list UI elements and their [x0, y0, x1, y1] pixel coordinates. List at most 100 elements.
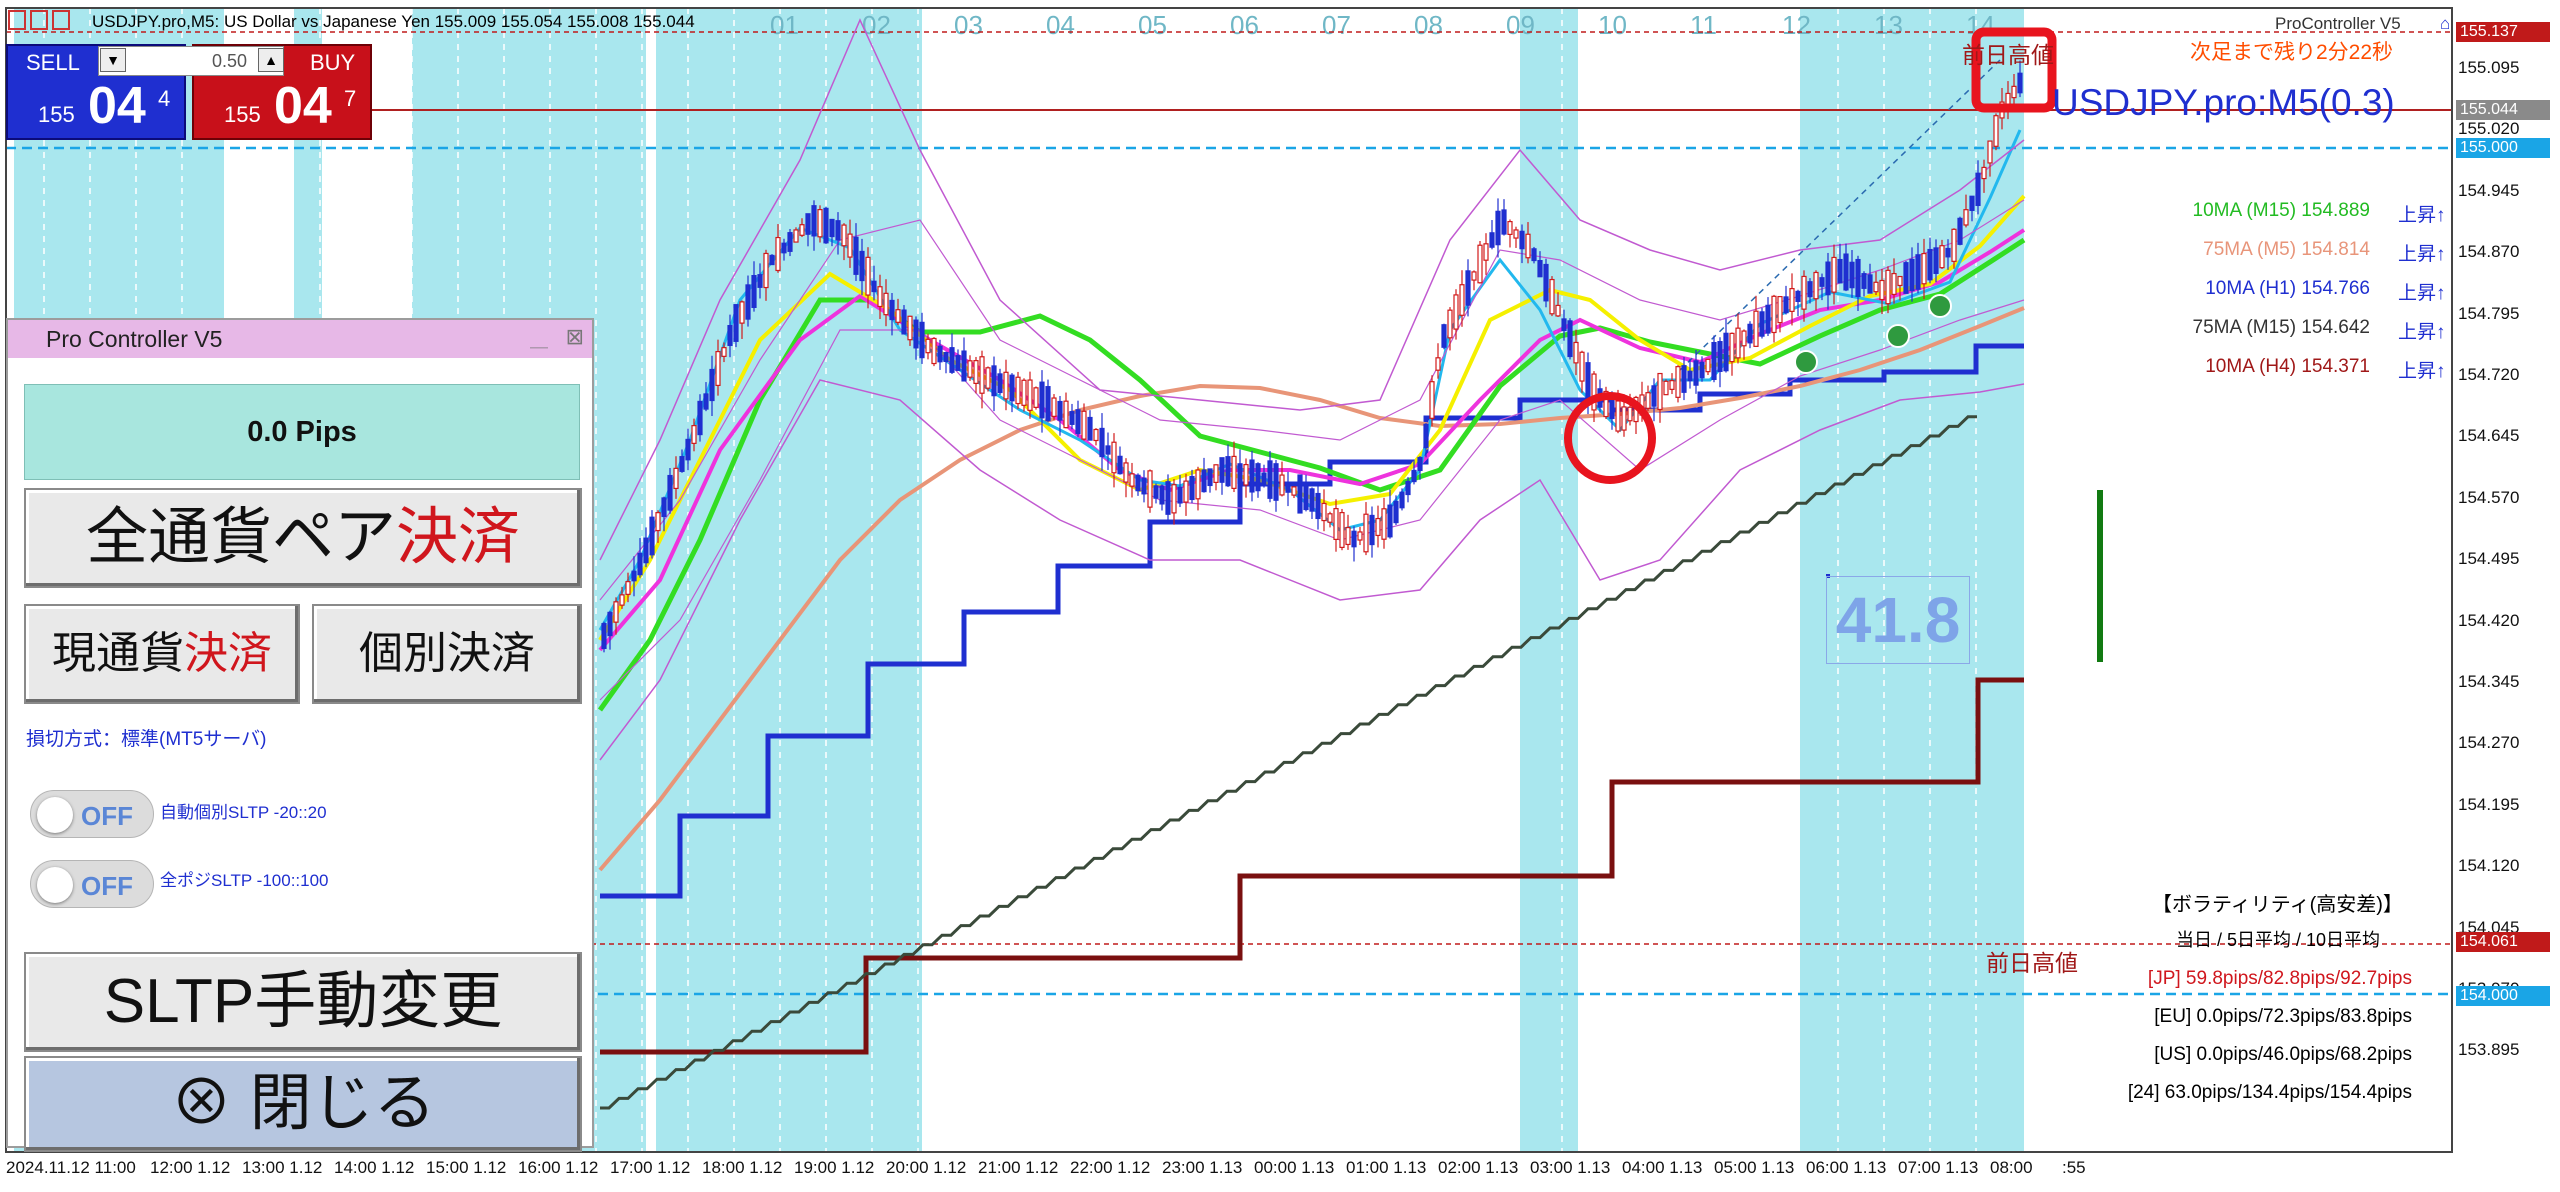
candle-body [811, 205, 817, 237]
candle-body [1159, 485, 1165, 505]
candle-body [895, 309, 901, 323]
candle-body [601, 622, 607, 650]
time-tick-label: 19:00 1.12 [794, 1158, 875, 1177]
lot-increase-button[interactable]: ▲ [258, 48, 284, 72]
manual-sltp-change-button[interactable]: SLTP手動変更 [24, 952, 582, 1052]
volatility-row: [JP] 59.8pips/82.8pips/92.7pips [2147, 968, 2412, 989]
candle-body [1123, 462, 1129, 483]
candle-body [1543, 263, 1549, 302]
close-all-prefix: 全通貨ペア [85, 503, 396, 572]
candle-body [907, 315, 913, 341]
candle-body [1651, 385, 1657, 407]
candle-body [1591, 373, 1597, 411]
candle-body [1243, 463, 1249, 486]
candle-body [637, 552, 643, 576]
candle-body [991, 365, 997, 397]
candle-body [1207, 468, 1213, 487]
candle-body [673, 467, 679, 490]
price-tick-label: 154.495 [2458, 549, 2520, 569]
candle-body [1321, 502, 1327, 522]
candle-body [745, 284, 751, 320]
price-level-box: 154.061 [2456, 932, 2550, 952]
candle-body [1201, 469, 1207, 493]
chart-toolbar-icons[interactable] [8, 10, 88, 32]
close-all-suffix: 決済 [396, 503, 521, 572]
time-tick-label: 00:00 1.13 [1254, 1158, 1335, 1177]
close-current-suffix: 決済 [184, 629, 272, 678]
candle-body [1795, 290, 1801, 303]
candle-body [1417, 456, 1423, 472]
candle-body [1189, 475, 1195, 501]
price-tick-label: 154.420 [2458, 610, 2520, 630]
candle-body [889, 299, 895, 321]
candle-body [1681, 365, 1687, 393]
candle-body [1117, 455, 1123, 475]
candle-body [1765, 304, 1771, 334]
candle-body [1093, 428, 1099, 442]
auto-sltp-toggle[interactable]: OFF [30, 790, 154, 838]
price-tick-label: 154.720 [2458, 365, 2520, 384]
sell-price-big: 04 [88, 77, 146, 135]
close-icon[interactable]: ⊠ [566, 324, 584, 350]
candle-body [1891, 272, 1897, 296]
candle-body [1381, 508, 1387, 540]
candle-body [1147, 470, 1153, 508]
candle-body [1075, 409, 1081, 435]
toggle-knob [37, 797, 73, 833]
toggle-state: OFF [81, 871, 133, 901]
candle-body [1429, 381, 1435, 419]
toggle-state: OFF [81, 801, 133, 831]
candle-body [1369, 514, 1375, 546]
candle-body [721, 347, 727, 357]
signal-star-icon [1928, 294, 1952, 318]
candle-body [805, 213, 811, 235]
all-position-sltp-toggle[interactable]: OFF [30, 860, 154, 908]
range-value-box[interactable]: 41.8 [1826, 576, 1970, 664]
close-all-pairs-button[interactable]: 全通貨ペア決済 [24, 488, 582, 588]
candle-body [1753, 310, 1759, 347]
buy-price-big: 04 [274, 77, 332, 135]
candle-body [1813, 271, 1819, 300]
close-panel-button[interactable]: ⊗ 閉じる [24, 1056, 582, 1152]
ma-name: 75MA (M5) 154.814 [2203, 239, 2370, 260]
period-number: 09 [1506, 10, 1535, 40]
minimize-icon[interactable]: ＿ [530, 326, 548, 352]
candle-body [943, 351, 949, 363]
lot-decrease-button[interactable]: ▼ [100, 48, 126, 72]
candle-body [1225, 456, 1231, 487]
candle-body [1315, 492, 1321, 520]
candle-body [1729, 332, 1735, 363]
candle-body [1573, 341, 1579, 364]
signal-star-icon [1886, 324, 1910, 348]
close-individual-button[interactable]: 個別決済 [312, 604, 582, 704]
candle-body [823, 207, 829, 244]
candle-body [1099, 427, 1105, 458]
time-tick-label: 15:00 1.12 [426, 1158, 507, 1177]
time-tick-label: :55 [2062, 1158, 2086, 1177]
candle-body [1501, 209, 1507, 235]
all-position-sltp-label: 全ポジSLTP -100::100 [160, 871, 329, 890]
candle-body [1423, 423, 1429, 449]
close-current-pair-button[interactable]: 現通貨決済 [24, 604, 300, 704]
buy-label: BUY [310, 50, 356, 75]
candle-body [1747, 323, 1753, 344]
candle-body [709, 368, 715, 402]
period-number: 05 [1138, 10, 1167, 40]
price-tick-label: 154.120 [2458, 856, 2520, 876]
candle-body [691, 425, 697, 444]
hat-icon[interactable]: ⌂ [2440, 14, 2450, 34]
candle-body [679, 456, 685, 472]
time-tick-label: 13:00 1.12 [242, 1158, 323, 1177]
candle-body [1555, 304, 1561, 317]
candle-body [1735, 327, 1741, 359]
volatility-row: [24] 63.0pips/134.4pips/154.4pips [2127, 1082, 2412, 1103]
candle-body [1645, 392, 1651, 409]
volatility-header: 当日 / 5日平均 / 10日平均 [2176, 930, 2381, 950]
candle-body [1915, 254, 1921, 290]
panel-title[interactable]: Pro Controller V5 [8, 320, 592, 358]
candle-body [1045, 386, 1051, 422]
candle-body [1987, 140, 1993, 164]
pro-controller-panel: Pro Controller V5 ＿ ⊠ 0.0 Pips 全通貨ペア決済 現… [6, 318, 594, 1152]
candle-body [1993, 115, 1999, 147]
buy-price-small: 155 [224, 102, 261, 127]
